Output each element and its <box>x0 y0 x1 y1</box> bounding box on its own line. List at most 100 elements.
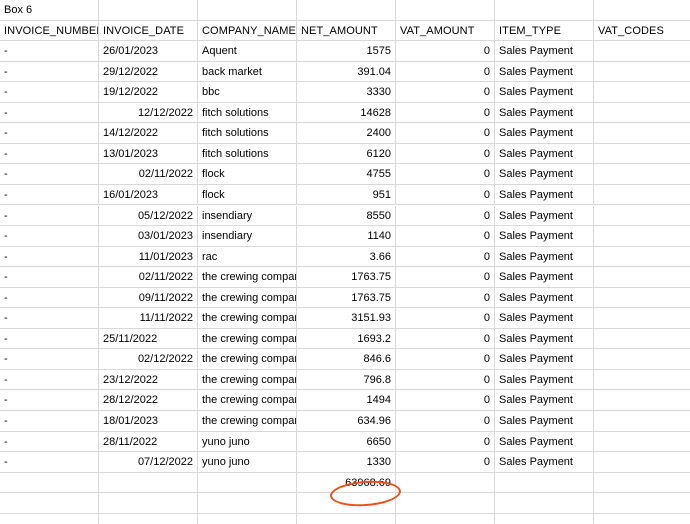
company-name-cell[interactable]: flock <box>198 164 297 185</box>
company-name-cell[interactable]: the crewing compan <box>198 349 297 370</box>
header-invoice-number[interactable]: INVOICE_NUMBER <box>0 20 99 42</box>
empty-cell[interactable] <box>297 493 396 514</box>
net-amount-cell[interactable]: 6650 <box>297 431 396 453</box>
empty-cell[interactable] <box>396 493 495 514</box>
vat-codes-cell[interactable] <box>594 390 690 411</box>
invoice-date-cell[interactable]: 18/01/2023 <box>99 411 198 432</box>
empty-cell[interactable] <box>495 513 594 524</box>
empty-cell[interactable] <box>198 472 297 494</box>
vat-codes-cell[interactable] <box>594 82 690 103</box>
company-name-cell[interactable]: insendiary <box>198 205 297 227</box>
invoice-date-cell[interactable]: 05/12/2022 <box>99 205 198 227</box>
empty-cell[interactable] <box>0 513 99 524</box>
net-amount-cell[interactable]: 951 <box>297 184 396 206</box>
vat-codes-cell[interactable] <box>594 308 690 329</box>
net-amount-cell[interactable]: 3330 <box>297 82 396 103</box>
invoice-number-cell[interactable]: - <box>0 102 99 124</box>
vat-codes-cell[interactable] <box>594 103 690 124</box>
net-amount-total-cell[interactable]: 63968.69 <box>297 472 396 494</box>
item-type-cell[interactable]: Sales Payment <box>495 143 594 165</box>
invoice-number-cell[interactable]: - <box>0 41 99 62</box>
invoice-number-cell[interactable]: - <box>0 246 99 268</box>
invoice-number-cell[interactable]: - <box>0 431 99 453</box>
company-name-cell[interactable]: bbc <box>198 82 297 103</box>
empty-cell[interactable] <box>0 493 99 514</box>
vat-amount-cell[interactable]: 0 <box>396 369 495 391</box>
net-amount-cell[interactable]: 796.8 <box>297 369 396 391</box>
vat-codes-cell[interactable] <box>594 329 690 350</box>
invoice-number-cell[interactable]: - <box>0 287 99 309</box>
net-amount-cell[interactable]: 1693.2 <box>297 328 396 350</box>
vat-amount-cell[interactable]: 0 <box>396 102 495 124</box>
empty-cell[interactable] <box>198 493 297 514</box>
company-name-cell[interactable]: yuno juno <box>198 452 297 473</box>
invoice-date-cell[interactable]: 13/01/2023 <box>99 143 198 165</box>
empty-cell[interactable] <box>495 472 594 494</box>
net-amount-cell[interactable]: 1763.75 <box>297 287 396 309</box>
net-amount-cell[interactable]: 3151.93 <box>297 308 396 329</box>
invoice-date-cell[interactable]: 03/01/2023 <box>99 226 198 247</box>
header-invoice-date[interactable]: INVOICE_DATE <box>99 20 198 42</box>
invoice-date-cell[interactable]: 12/12/2022 <box>99 102 198 124</box>
net-amount-cell[interactable]: 3.66 <box>297 246 396 268</box>
empty-cell[interactable] <box>495 493 594 514</box>
header-vat-codes[interactable]: VAT_CODES <box>594 21 690 42</box>
item-type-cell[interactable]: Sales Payment <box>495 82 594 103</box>
empty-cell[interactable] <box>396 0 495 21</box>
company-name-cell[interactable]: the crewing compan <box>198 267 297 288</box>
invoice-date-cell[interactable]: 02/11/2022 <box>99 164 198 185</box>
item-type-cell[interactable]: Sales Payment <box>495 369 594 391</box>
empty-cell[interactable] <box>99 472 198 494</box>
net-amount-cell[interactable]: 1494 <box>297 390 396 411</box>
invoice-date-cell[interactable]: 11/11/2022 <box>99 308 198 329</box>
item-type-cell[interactable]: Sales Payment <box>495 267 594 288</box>
empty-cell[interactable] <box>594 514 690 524</box>
item-type-cell[interactable]: Sales Payment <box>495 411 594 432</box>
invoice-date-cell[interactable]: 23/12/2022 <box>99 369 198 391</box>
company-name-cell[interactable]: the crewing compan <box>198 369 297 391</box>
item-type-cell[interactable]: Sales Payment <box>495 431 594 453</box>
empty-cell[interactable] <box>495 0 594 21</box>
vat-codes-cell[interactable] <box>594 349 690 370</box>
vat-amount-cell[interactable]: 0 <box>396 390 495 411</box>
invoice-date-cell[interactable]: 25/11/2022 <box>99 328 198 350</box>
invoice-number-cell[interactable]: - <box>0 411 99 432</box>
empty-cell[interactable] <box>99 493 198 514</box>
vat-codes-cell[interactable] <box>594 144 690 165</box>
vat-amount-cell[interactable]: 0 <box>396 164 495 185</box>
net-amount-cell[interactable]: 634.96 <box>297 411 396 432</box>
vat-codes-cell[interactable] <box>594 370 690 391</box>
item-type-cell[interactable]: Sales Payment <box>495 287 594 309</box>
vat-codes-cell[interactable] <box>594 247 690 268</box>
company-name-cell[interactable]: fitch solutions <box>198 102 297 124</box>
empty-cell[interactable] <box>396 472 495 494</box>
invoice-number-cell[interactable]: - <box>0 184 99 206</box>
invoice-date-cell[interactable]: 28/11/2022 <box>99 431 198 453</box>
vat-amount-cell[interactable]: 0 <box>396 246 495 268</box>
item-type-cell[interactable]: Sales Payment <box>495 164 594 185</box>
vat-codes-cell[interactable] <box>594 452 690 473</box>
invoice-number-cell[interactable]: - <box>0 349 99 370</box>
item-type-cell[interactable]: Sales Payment <box>495 41 594 62</box>
invoice-date-cell[interactable]: 28/12/2022 <box>99 390 198 411</box>
vat-amount-cell[interactable]: 0 <box>396 123 495 144</box>
empty-cell[interactable] <box>297 513 396 524</box>
company-name-cell[interactable]: rac <box>198 246 297 268</box>
empty-cell[interactable] <box>99 0 198 21</box>
invoice-date-cell[interactable]: 02/12/2022 <box>99 349 198 370</box>
vat-codes-cell[interactable] <box>594 123 690 144</box>
vat-amount-cell[interactable]: 0 <box>396 61 495 83</box>
vat-codes-cell[interactable] <box>594 41 690 62</box>
vat-amount-cell[interactable]: 0 <box>396 143 495 165</box>
item-type-cell[interactable]: Sales Payment <box>495 390 594 411</box>
vat-amount-cell[interactable]: 0 <box>396 82 495 103</box>
invoice-number-cell[interactable]: - <box>0 328 99 350</box>
vat-codes-cell[interactable] <box>594 226 690 247</box>
net-amount-cell[interactable]: 1140 <box>297 226 396 247</box>
vat-amount-cell[interactable]: 0 <box>396 205 495 227</box>
company-name-cell[interactable]: Aquent <box>198 41 297 62</box>
header-company-name[interactable]: COMPANY_NAME <box>198 20 297 42</box>
item-type-cell[interactable]: Sales Payment <box>495 184 594 206</box>
company-name-cell[interactable]: back market <box>198 61 297 83</box>
empty-cell[interactable] <box>198 0 297 21</box>
